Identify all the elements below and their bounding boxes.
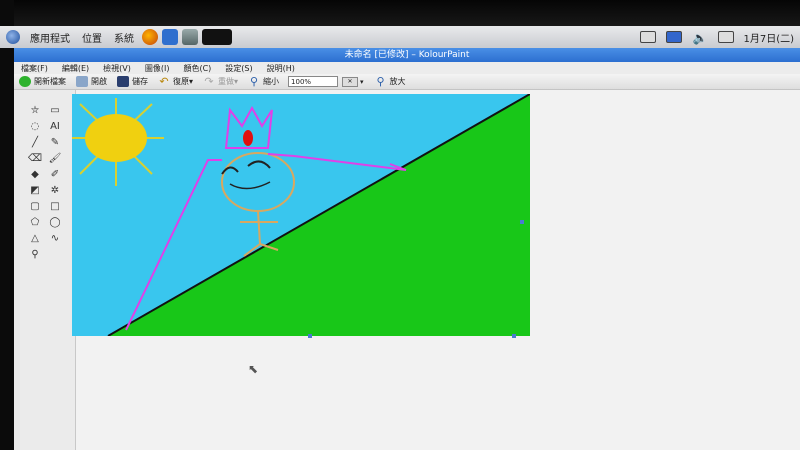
distro-logo-icon[interactable] xyxy=(6,30,20,44)
menu-settings[interactable]: 設定(S) xyxy=(218,63,259,74)
panel-menu-applications[interactable]: 應用程式 xyxy=(24,26,76,48)
connected-lines-tool[interactable]: △ xyxy=(26,232,44,246)
zoom-out-button[interactable]: ⚲ 縮小 xyxy=(243,74,284,89)
redo-button-label: 重做 xyxy=(218,77,235,86)
panel-menu-system[interactable]: 系統 xyxy=(108,26,140,48)
zoom-in-button-label: 放大 xyxy=(389,77,406,86)
monitor-bezel-top xyxy=(0,0,800,26)
eraser-tool[interactable]: ⌫ xyxy=(26,152,44,166)
color-picker-tool[interactable]: ✐ xyxy=(46,168,64,182)
open-button[interactable]: 開啟 xyxy=(71,74,112,89)
menu-file[interactable]: 檔案(F) xyxy=(14,63,55,74)
network-icon[interactable] xyxy=(666,31,683,43)
desktop-top-panel: 應用程式 位置 系統 🔈 1月7日(二) xyxy=(0,26,800,48)
zoom-select-chevron-icon[interactable]: ▾ xyxy=(360,78,364,86)
panel-menu-places[interactable]: 位置 xyxy=(76,26,108,48)
undo-arrow-icon: ↶ xyxy=(159,75,169,88)
floppy-disk-icon xyxy=(117,76,129,87)
zoom-level-select[interactable]: 100% xyxy=(288,76,339,87)
crown-gem xyxy=(243,130,253,146)
menu-edit[interactable]: 編輯(E) xyxy=(55,63,96,74)
ellipse-tool[interactable]: ◯ xyxy=(46,216,64,230)
window-titlebar[interactable]: 未命名 [已修改] – KolourPaint xyxy=(14,48,800,62)
rectangle-tool[interactable]: □ xyxy=(46,200,64,214)
open-button-label: 開啟 xyxy=(91,77,107,86)
mouse-pointer-icon: ⬉ xyxy=(248,362,259,376)
volume-icon[interactable]: 🔈 xyxy=(692,31,708,45)
zoom-out-button-label: 縮小 xyxy=(263,77,280,86)
zoom-level-value: 100% xyxy=(291,77,312,86)
canvas-resize-handle-bottom[interactable] xyxy=(308,334,312,338)
free-form-selection-tool[interactable]: ⛦ xyxy=(26,104,44,118)
tool-box: ⛦ ▭ ◌ AI ╱ ✎ ⌫ 🖌 ◆ ✐ ◩ ✲ ▢ □ ⬠ ◯ △ ∿ ⚲ xyxy=(14,90,76,450)
keyboard-icon[interactable] xyxy=(640,31,657,43)
new-button[interactable]: 開新檔案 xyxy=(14,74,71,89)
new-button-label: 開新檔案 xyxy=(34,77,66,86)
redo-arrow-icon: ↷ xyxy=(204,75,214,88)
menu-colors[interactable]: 顏色(C) xyxy=(176,63,218,74)
text-tool[interactable]: AI xyxy=(46,120,64,134)
panel-clock[interactable]: 1月7日(二) xyxy=(743,30,794,45)
zoom-out-magnifier-icon: ⚲ xyxy=(250,75,259,88)
monitor-bezel-left xyxy=(0,0,14,450)
rounded-rectangle-tool[interactable]: ▢ xyxy=(26,200,44,214)
curve-tool[interactable]: ∿ xyxy=(46,232,64,246)
undo-dropdown-chevron-icon[interactable]: ▾ xyxy=(189,77,193,86)
zoom-tool[interactable]: ⚲ xyxy=(26,248,44,262)
undo-button-label: 復原 xyxy=(173,77,189,86)
drawing-canvas[interactable] xyxy=(72,94,530,336)
firefox-launcher-icon[interactable] xyxy=(142,29,158,45)
rectangular-selection-tool[interactable]: ▭ xyxy=(46,104,64,118)
new-file-icon xyxy=(19,76,31,87)
clear-zoom-icon[interactable]: ✕ xyxy=(342,76,359,87)
canvas-resize-handle-right[interactable] xyxy=(520,220,524,224)
sun xyxy=(85,114,147,162)
window-title: 未命名 [已修改] – KolourPaint xyxy=(344,50,470,60)
menu-help[interactable]: 說明(H) xyxy=(260,63,302,74)
brush-tool[interactable]: 🖌 xyxy=(46,152,64,166)
system-tray: 🔈 1月7日(二) xyxy=(635,26,800,48)
menubar: 檔案(F) 編輯(E) 檢視(V) 圖像(I) 顏色(C) 設定(S) 說明(H… xyxy=(14,62,800,74)
canvas-resize-handle-corner[interactable] xyxy=(512,334,516,338)
line-tool[interactable]: ╱ xyxy=(26,136,44,150)
pen-tool[interactable]: ✎ xyxy=(46,136,64,150)
terminal-launcher-icon[interactable] xyxy=(202,29,232,45)
save-button-label: 儲存 xyxy=(132,77,148,86)
main-toolbar: 開新檔案 開啟 儲存 ↶ 復原 ▾ ↷ 重做 ▾ ⚲ 縮小 100% ✕ ▾ ⚲… xyxy=(14,74,800,90)
app-launcher-icon[interactable] xyxy=(162,29,178,45)
image-editor-launcher-icon[interactable] xyxy=(182,29,198,45)
redo-button[interactable]: ↷ 重做 ▾ xyxy=(198,74,243,89)
zoom-in-magnifier-icon: ⚲ xyxy=(376,75,385,88)
menu-image[interactable]: 圖像(I) xyxy=(138,63,177,74)
save-button[interactable]: 儲存 xyxy=(112,74,153,89)
spraycan-tool[interactable]: ✲ xyxy=(46,184,64,198)
menu-view[interactable]: 檢視(V) xyxy=(96,63,138,74)
elliptical-selection-tool[interactable]: ◌ xyxy=(26,120,44,134)
polygon-tool[interactable]: ⬠ xyxy=(26,216,44,230)
redo-dropdown-chevron-icon[interactable]: ▾ xyxy=(234,77,238,86)
zoom-in-button[interactable]: ⚲ 放大 xyxy=(370,74,411,89)
undo-button[interactable]: ↶ 復原 ▾ xyxy=(153,74,198,89)
open-folder-icon xyxy=(76,76,88,87)
flood-fill-tool[interactable]: ◆ xyxy=(26,168,44,182)
mail-icon[interactable] xyxy=(718,31,735,43)
color-eraser-tool[interactable]: ◩ xyxy=(26,184,44,198)
